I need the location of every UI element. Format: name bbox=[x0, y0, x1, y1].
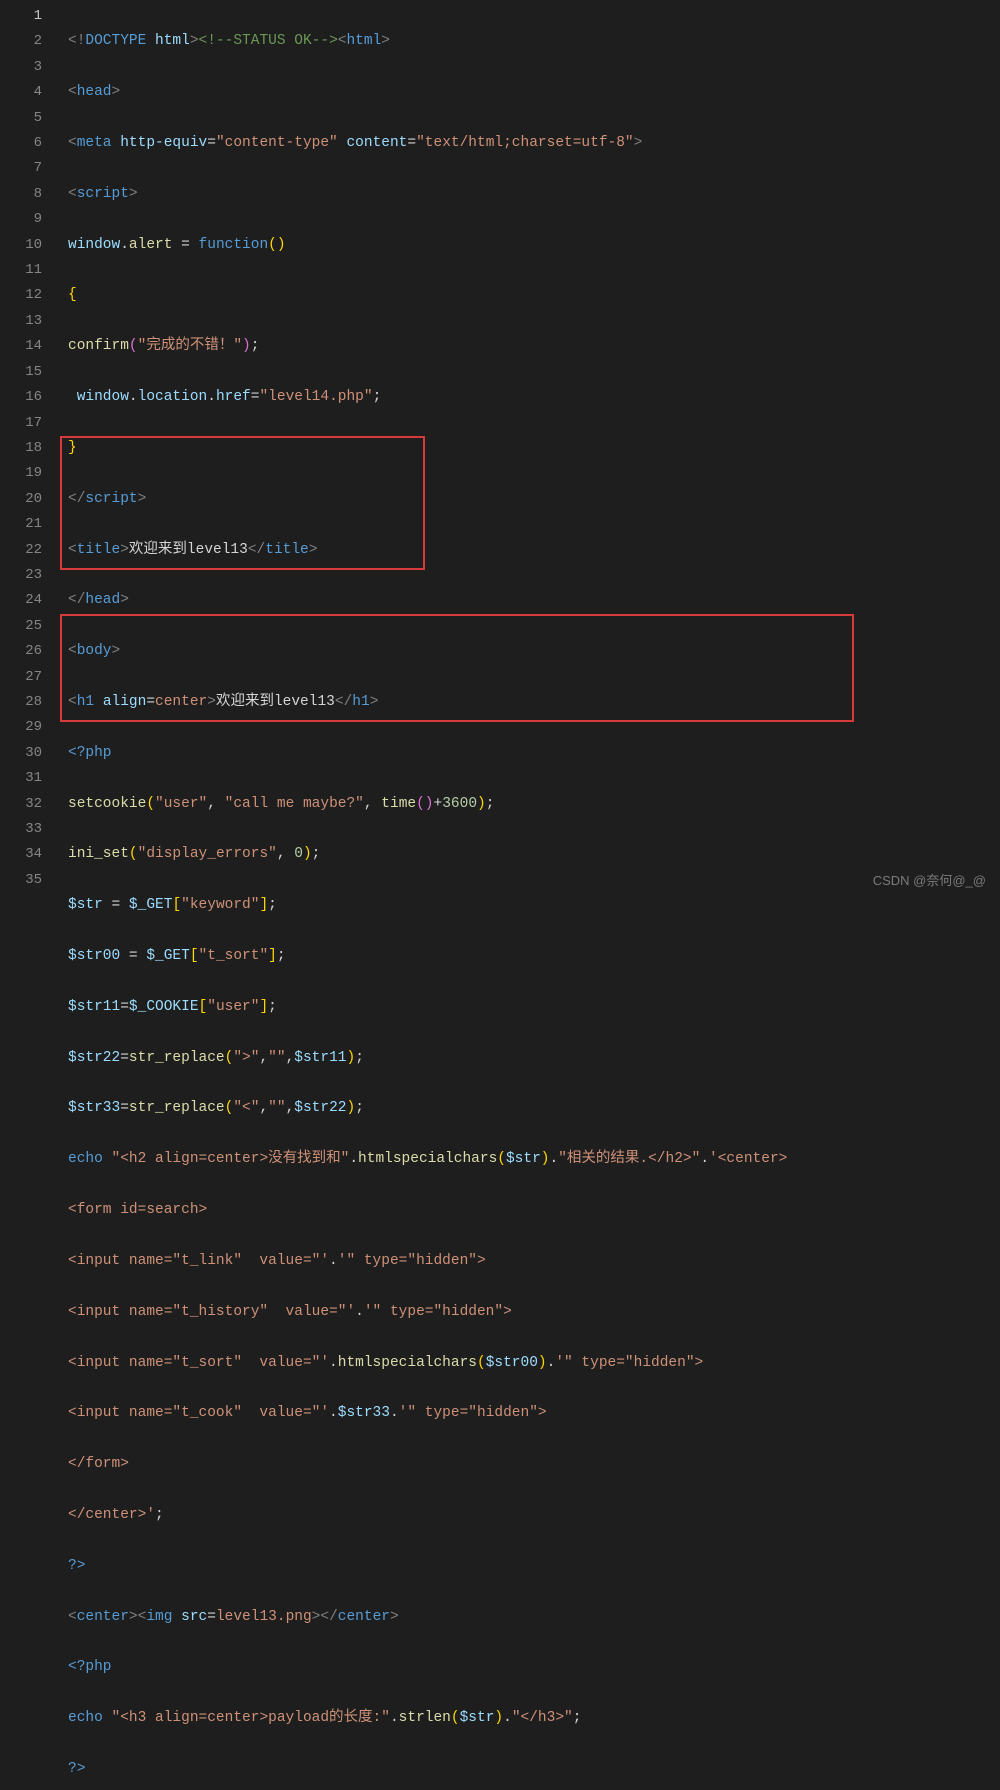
line-number: 28 bbox=[0, 690, 42, 715]
line-number: 10 bbox=[0, 233, 42, 258]
line-number: 35 bbox=[0, 868, 42, 893]
line-number: 12 bbox=[0, 283, 42, 308]
code-line[interactable]: <input name="t_cook" value="'.$str33.'" … bbox=[68, 1401, 1000, 1426]
code-line[interactable]: <form id=search> bbox=[68, 1198, 1000, 1223]
line-number: 11 bbox=[0, 258, 42, 283]
line-number: 29 bbox=[0, 715, 42, 740]
line-number: 21 bbox=[0, 512, 42, 537]
code-line[interactable]: echo "<h2 align=center>没有找到和".htmlspecia… bbox=[68, 1147, 1000, 1172]
line-number: 18 bbox=[0, 436, 42, 461]
code-line[interactable]: ?> bbox=[68, 1554, 1000, 1579]
code-line[interactable]: ini_set("display_errors", 0); bbox=[68, 842, 1000, 867]
code-line[interactable]: <!DOCTYPE html><!--STATUS OK--><html> bbox=[68, 29, 1000, 54]
code-line[interactable]: $str00 = $_GET["t_sort"]; bbox=[68, 944, 1000, 969]
line-number: 5 bbox=[0, 106, 42, 131]
code-line[interactable]: window.location.href="level14.php"; bbox=[68, 385, 1000, 410]
code-line[interactable]: </form> bbox=[68, 1452, 1000, 1477]
code-line[interactable]: <input name="t_sort" value="'.htmlspecia… bbox=[68, 1351, 1000, 1376]
code-line[interactable]: </head> bbox=[68, 588, 1000, 613]
code-line[interactable]: <meta http-equiv="content-type" content=… bbox=[68, 131, 1000, 156]
code-line[interactable]: window.alert = function() bbox=[68, 233, 1000, 258]
code-line[interactable]: $str = $_GET["keyword"]; bbox=[68, 893, 1000, 918]
line-number: 9 bbox=[0, 207, 42, 232]
code-line[interactable]: setcookie("user", "call me maybe?", time… bbox=[68, 792, 1000, 817]
line-number: 27 bbox=[0, 665, 42, 690]
line-number: 31 bbox=[0, 766, 42, 791]
code-line[interactable]: <h1 align=center>欢迎来到level13</h1> bbox=[68, 690, 1000, 715]
line-number: 13 bbox=[0, 309, 42, 334]
line-number: 3 bbox=[0, 55, 42, 80]
line-number: 32 bbox=[0, 792, 42, 817]
code-line[interactable]: <body> bbox=[68, 639, 1000, 664]
code-line[interactable]: <title>欢迎来到level13</title> bbox=[68, 538, 1000, 563]
code-line[interactable]: $str11=$_COOKIE["user"]; bbox=[68, 995, 1000, 1020]
code-line[interactable]: echo "<h3 align=center>payload的长度:".strl… bbox=[68, 1706, 1000, 1731]
line-number: 2 bbox=[0, 29, 42, 54]
line-number: 15 bbox=[0, 360, 42, 385]
code-line[interactable]: ?> bbox=[68, 1757, 1000, 1782]
code-line[interactable]: <head> bbox=[68, 80, 1000, 105]
line-number: 7 bbox=[0, 156, 42, 181]
code-line[interactable]: </center>'; bbox=[68, 1503, 1000, 1528]
code-line[interactable]: <input name="t_history" value="'.'" type… bbox=[68, 1300, 1000, 1325]
line-number: 33 bbox=[0, 817, 42, 842]
line-number: 25 bbox=[0, 614, 42, 639]
line-number: 26 bbox=[0, 639, 42, 664]
code-line[interactable]: <?php bbox=[68, 1655, 1000, 1680]
line-number: 1 bbox=[0, 4, 42, 29]
line-number-gutter: 1 2 3 4 5 6 7 8 9 10 11 12 13 14 15 16 1… bbox=[0, 0, 60, 895]
code-line[interactable]: <center><img src=level13.png></center> bbox=[68, 1605, 1000, 1630]
line-number: 34 bbox=[0, 842, 42, 867]
watermark-text: CSDN @奈何@_@ bbox=[873, 870, 986, 889]
line-number: 23 bbox=[0, 563, 42, 588]
code-line[interactable]: { bbox=[68, 283, 1000, 308]
line-number: 17 bbox=[0, 411, 42, 436]
line-number: 6 bbox=[0, 131, 42, 156]
code-editor[interactable]: <!DOCTYPE html><!--STATUS OK--><html> <h… bbox=[60, 0, 1000, 895]
code-line[interactable]: } bbox=[68, 436, 1000, 461]
code-line[interactable]: <input name="t_link" value="'.'" type="h… bbox=[68, 1249, 1000, 1274]
line-number: 22 bbox=[0, 538, 42, 563]
line-number: 4 bbox=[0, 80, 42, 105]
code-line[interactable]: <?php bbox=[68, 741, 1000, 766]
line-number: 24 bbox=[0, 588, 42, 613]
line-number: 16 bbox=[0, 385, 42, 410]
code-line[interactable]: $str22=str_replace(">","",$str11); bbox=[68, 1046, 1000, 1071]
line-number: 19 bbox=[0, 461, 42, 486]
code-line[interactable]: <script> bbox=[68, 182, 1000, 207]
line-number: 14 bbox=[0, 334, 42, 359]
code-line[interactable]: $str33=str_replace("<","",$str22); bbox=[68, 1096, 1000, 1121]
line-number: 30 bbox=[0, 741, 42, 766]
code-line[interactable]: confirm("完成的不错！"); bbox=[68, 334, 1000, 359]
line-number: 20 bbox=[0, 487, 42, 512]
code-line[interactable]: </script> bbox=[68, 487, 1000, 512]
line-number: 8 bbox=[0, 182, 42, 207]
